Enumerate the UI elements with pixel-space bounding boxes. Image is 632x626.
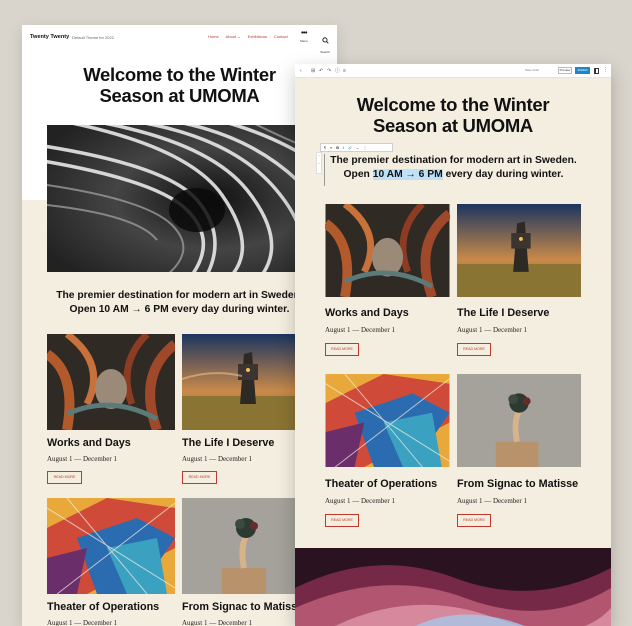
card-title[interactable]: The Life I Deserve	[182, 437, 274, 449]
card-image-theater-of-operations[interactable]	[47, 498, 175, 594]
publish-button[interactable]: Publish	[575, 67, 590, 74]
card-dates: August 1 — December 1	[457, 497, 527, 505]
read-more-button[interactable]: READ MORE	[182, 471, 217, 484]
card-title[interactable]: From Signac to Matisse	[182, 601, 303, 613]
intro-paragraph: The premier destination for modern art i…	[56, 290, 303, 315]
bold-icon[interactable]: B	[336, 146, 339, 150]
text-selection: 10 AM → 6 PM	[372, 168, 443, 180]
card-image-works-and-days[interactable]	[325, 204, 450, 297]
card-dates: August 1 — December 1	[47, 619, 117, 626]
menu-button[interactable]: ••• Menu	[297, 30, 311, 43]
back-arrow-icon[interactable]: ‹	[300, 68, 302, 74]
undo-icon[interactable]: ↶	[319, 68, 323, 74]
card-image-the-life-i-deserve[interactable]	[182, 334, 310, 430]
card-title[interactable]: Works and Days	[47, 437, 131, 449]
primary-nav: Home About ⌄ Exhibitions Contact	[208, 34, 288, 39]
nav-item-contact[interactable]: Contact	[274, 34, 288, 39]
card-image-the-life-i-deserve[interactable]	[457, 204, 581, 297]
nav-item-exhibitions[interactable]: Exhibitions	[248, 34, 267, 39]
italic-icon[interactable]: I	[343, 146, 344, 150]
page-title: Welcome to the Winter Season at UMOMA	[83, 64, 276, 106]
site-title[interactable]: Twenty Twenty	[30, 34, 69, 40]
card-dates: August 1 — December 1	[325, 326, 395, 334]
read-more-button[interactable]: READ MORE	[325, 514, 359, 527]
card-image-theater-of-operations[interactable]	[325, 374, 450, 467]
hero-architecture-image	[47, 125, 320, 272]
card-image-from-signac-to-matisse[interactable]	[182, 498, 310, 594]
menu-label: Menu	[300, 39, 308, 43]
block-toolbar: ¶ ≡ B I 🔗 ⌄ ⋮	[320, 143, 393, 152]
search-button[interactable]: Search	[320, 31, 330, 54]
chevron-down-icon[interactable]: ⌄	[356, 145, 359, 150]
frontend-window: Twenty Twenty Default Theme for 2022 Hom…	[22, 25, 337, 626]
card-dates: August 1 — December 1	[47, 455, 117, 463]
block-inserter-icon[interactable]: ⊞	[311, 68, 315, 74]
align-icon[interactable]: ≡	[330, 146, 332, 150]
editor-window: ‹ ⊞ ↶ ↷ ⓘ ≡ Save draft Preview Publish ⋮…	[295, 64, 611, 626]
read-more-button[interactable]: READ MORE	[47, 471, 82, 484]
redo-icon[interactable]: ↷	[327, 68, 331, 74]
save-draft-link[interactable]: Save draft	[525, 68, 539, 72]
read-more-button[interactable]: READ MORE	[325, 343, 359, 356]
card-title[interactable]: Theater of Operations	[47, 601, 159, 613]
intro-paragraph-editor[interactable]: The premier destination for modern art i…	[324, 154, 582, 186]
card-dates: August 1 — December 1	[182, 455, 252, 463]
link-icon[interactable]: 🔗	[348, 146, 352, 150]
site-header: Twenty Twenty Default Theme for 2022 Hom…	[22, 25, 337, 54]
more-options-icon[interactable]: ⋮	[603, 67, 608, 73]
card-dates: August 1 — December 1	[457, 326, 527, 334]
more-dots-icon: •••	[301, 30, 307, 37]
featured-canyon-image	[295, 548, 611, 626]
list-view-icon[interactable]: ≡	[343, 68, 346, 74]
card-dates: August 1 — December 1	[182, 619, 252, 626]
card-title[interactable]: Theater of Operations	[325, 478, 437, 490]
card-image-works-and-days[interactable]	[47, 334, 175, 430]
paragraph-icon[interactable]: ¶	[324, 146, 326, 150]
nav-item-about[interactable]: About ⌄	[226, 34, 241, 39]
site-tagline: Default Theme for 2022	[72, 34, 114, 40]
read-more-button[interactable]: READ MORE	[457, 514, 491, 527]
info-icon[interactable]: ⓘ	[335, 68, 340, 74]
settings-icon[interactable]	[594, 67, 599, 74]
search-label: Search	[320, 50, 330, 54]
editor-toolbar: ‹ ⊞ ↶ ↷ ⓘ ≡ Save draft Preview Publish ⋮	[295, 64, 611, 78]
card-title[interactable]: From Signac to Matisse	[457, 478, 578, 490]
card-dates: August 1 — December 1	[325, 497, 395, 505]
block-mover[interactable]: ⌃ ⌄	[316, 152, 322, 174]
search-icon	[321, 37, 329, 44]
read-more-button[interactable]: READ MORE	[457, 343, 491, 356]
nav-item-home[interactable]: Home	[208, 34, 219, 39]
card-image-from-signac-to-matisse[interactable]	[457, 374, 581, 467]
card-title[interactable]: Works and Days	[325, 307, 409, 319]
block-more-icon[interactable]: ⋮	[363, 145, 367, 150]
card-title[interactable]: The Life I Deserve	[457, 307, 549, 319]
page-title-editor[interactable]: Welcome to the Winter Season at UMOMA	[295, 94, 611, 136]
preview-button[interactable]: Preview	[558, 67, 572, 74]
